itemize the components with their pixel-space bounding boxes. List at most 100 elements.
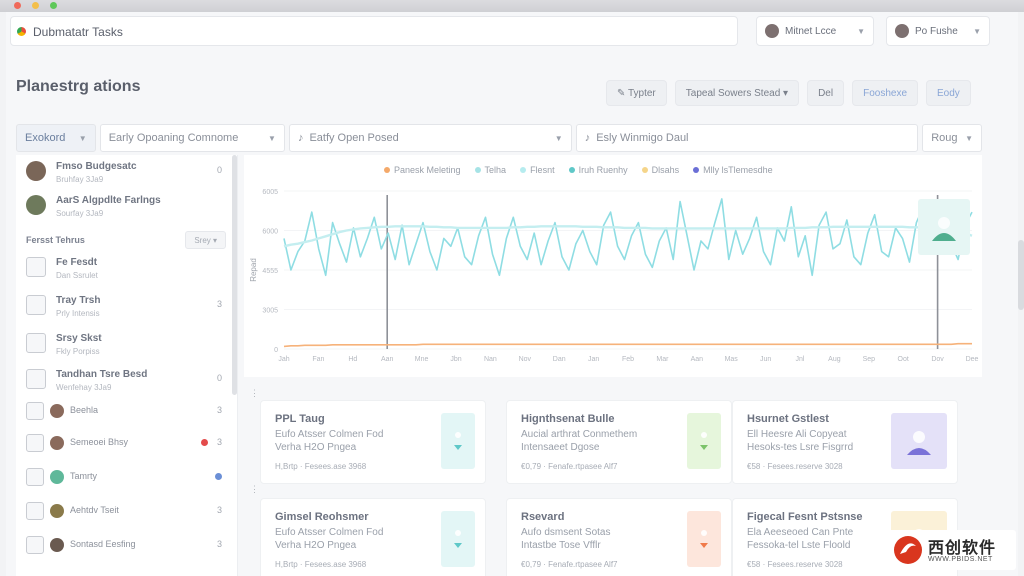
card-meta: €58 · Fesees.reserve 3028 xyxy=(747,560,843,569)
card-line-1: Ela Aeeseoed Can Pnte xyxy=(747,527,854,538)
task-card[interactable]: Rsevard Aufo dsmsent Sotas Intastbe Tose V… xyxy=(506,498,732,576)
card-line-2: Verha H2O Pngea xyxy=(275,442,357,453)
y-tick-label: 4555 xyxy=(262,268,278,275)
chart-thumbnail[interactable] xyxy=(918,199,970,255)
chevron-down-icon: ▼ xyxy=(973,26,981,36)
chevron-down-icon: ▼ xyxy=(965,133,973,143)
alert-badge xyxy=(201,439,208,446)
search-input[interactable] xyxy=(33,23,723,41)
user-name: Po Fushe xyxy=(915,25,958,37)
item-sub: Wenfehay 3Ja9 xyxy=(56,383,112,392)
card-meta: H,Brtp · Fesees.ase 3968 xyxy=(275,560,367,569)
task-card[interactable]: Hignthsenat Bulle Aucial arthrat Conmethe… xyxy=(506,400,732,484)
filter-select-3[interactable]: ♪ Eatfy Open Posed ▼ xyxy=(288,124,572,152)
page-scrollbar[interactable] xyxy=(1018,240,1024,310)
x-tick-label: Aan xyxy=(381,356,394,363)
user-menu-2[interactable]: Po Fushe ▼ xyxy=(886,16,990,46)
x-tick-label: Dan xyxy=(553,356,566,363)
item-count: 3 xyxy=(216,505,222,515)
x-tick-label: Nan xyxy=(484,356,497,363)
item-count: 3 xyxy=(216,299,222,309)
sidebar-item[interactable]: Tandhan Tsre Besd Wenfehay 3Ja9 0 xyxy=(26,367,226,397)
card-title: Rsevard xyxy=(521,511,565,523)
avatar xyxy=(26,195,46,215)
x-tick-label: Jah xyxy=(278,356,289,363)
card-title: Hsurnet Gstlest xyxy=(747,413,829,425)
card-thumbnail[interactable] xyxy=(441,413,475,469)
row-handle-icon[interactable]: ⋮ xyxy=(250,388,259,399)
x-tick-label: Hd xyxy=(348,356,357,363)
document-icon xyxy=(26,257,46,277)
minimize-window-button[interactable] xyxy=(32,2,39,9)
watermark: 西创软件 WWW.PBIDS.NET xyxy=(888,530,1016,570)
contact-item[interactable]: AarS Algpdlte Farlngs Sourfay 3Ja9 xyxy=(26,193,226,223)
note-icon: ♪ xyxy=(297,132,304,144)
item-name: Beehla xyxy=(70,405,99,415)
card-meta: €0,79 · Fenafe.rtpasee Alf7 xyxy=(521,462,618,471)
person-icon xyxy=(907,431,931,455)
card-line-1: Aufo dsmsent Sotas xyxy=(521,527,611,538)
sort-dropdown[interactable]: Srey ▾ xyxy=(185,231,226,249)
card-line-2: Hesoks-tes Lsre Fisgrrd xyxy=(747,442,854,453)
flag-icon xyxy=(700,432,708,450)
person-icon xyxy=(932,217,956,241)
filter-label: Esly Winmigo Daul xyxy=(596,132,689,144)
y-tick-label: 3005 xyxy=(262,308,278,315)
avatar xyxy=(50,404,64,418)
card-line-1: Aucial arthrat Conmethem xyxy=(521,429,638,440)
item-sub: Prly Intensis xyxy=(56,309,100,318)
sidebar-mini-item[interactable]: Sontasd Eesfing 3 xyxy=(26,535,226,557)
card-line-2: Intastbe Tose Vfflr xyxy=(521,540,601,551)
checklist-icon xyxy=(26,536,44,554)
x-tick-label: Jbn xyxy=(450,356,461,363)
filter-select-5[interactable]: Roug ▼ xyxy=(922,124,982,152)
sidebar-item[interactable]: Srsy Skst Fkly Porpiss xyxy=(26,331,226,361)
search-bar[interactable] xyxy=(10,16,738,46)
typter-button[interactable]: ✎ Typter xyxy=(606,80,667,106)
sidebar-item[interactable]: Fe Fesdt Dan Ssrulet xyxy=(26,255,226,285)
filter-select-2[interactable]: Early Opoaning Comnome ▼ xyxy=(99,124,285,152)
card-meta: €58 · Fesees.reserve 3028 xyxy=(747,462,843,471)
contact-item[interactable]: Fmso Budgesatc Bruhfay 3Ja9 0 xyxy=(26,159,226,189)
fooshexe-button[interactable]: Fooshexe xyxy=(852,80,919,106)
watermark-url: WWW.PBIDS.NET xyxy=(928,556,993,563)
top-bar: Mitnet Lcce ▼ Po Fushe ▼ xyxy=(10,16,998,50)
card-grid: ⋮ ⋮ PPL Taug Eufo Atsser Colmen Fod Verha … xyxy=(244,380,982,576)
task-card[interactable]: Gimsel Reohsmer Eufo Atsser Colmen Fod Ver… xyxy=(260,498,486,576)
sidebar: Fmso Budgesatc Bruhfay 3Ja9 0 AarS Algpd… xyxy=(16,155,238,576)
sowers-dropdown[interactable]: Tapeal Sowers Stead ▾ xyxy=(674,80,800,106)
maximize-window-button[interactable] xyxy=(50,2,57,9)
avatar xyxy=(26,161,46,181)
eody-button[interactable]: Eody xyxy=(926,80,971,106)
item-name: Semeoei Bhsy xyxy=(70,437,129,447)
task-card[interactable]: Hsurnet Gstlest Ell Heesre Ali Copyeat Hes… xyxy=(732,400,958,484)
sidebar-mini-item[interactable]: Beehla 3 xyxy=(26,401,226,423)
filter-select-1[interactable]: Exokord ▼ xyxy=(16,124,96,152)
item-sub: Dan Ssrulet xyxy=(56,271,98,280)
sidebar-mini-item[interactable]: Aehtdv Tseit 3 xyxy=(26,501,226,523)
user-menu-1[interactable]: Mitnet Lcce ▼ xyxy=(756,16,874,46)
task-card[interactable]: PPL Taug Eufo Atsser Colmen Fod Verha H2O … xyxy=(260,400,486,484)
clipboard-icon xyxy=(26,434,44,452)
y-tick-label: 6005 xyxy=(262,189,278,196)
card-thumbnail[interactable] xyxy=(687,413,721,469)
watermark-logo-icon xyxy=(894,536,922,564)
contact-name: Fmso Budgesatc xyxy=(56,161,137,172)
filter-label: Exokord xyxy=(25,132,66,144)
filter-select-4[interactable]: ♪ Esly Winmigo Daul xyxy=(575,124,919,152)
x-tick-label: Sep xyxy=(863,356,876,363)
sidebar-mini-item[interactable]: Tamrty xyxy=(26,467,226,489)
card-title: Hignthsenat Bulle xyxy=(521,413,615,425)
sidebar-scrollbar[interactable] xyxy=(232,155,237,395)
document-icon xyxy=(26,333,46,353)
grid-icon xyxy=(26,402,44,420)
sidebar-mini-item[interactable]: Semeoei Bhsy 3 xyxy=(26,433,226,455)
watermark-text: 西创软件 xyxy=(928,540,997,557)
delete-button[interactable]: Del xyxy=(807,80,845,106)
card-thumbnail[interactable] xyxy=(687,511,721,567)
card-thumbnail[interactable] xyxy=(441,511,475,567)
sidebar-item[interactable]: Tray Trsh Prly Intensis 3 xyxy=(26,293,226,323)
close-window-button[interactable] xyxy=(14,2,21,9)
row-handle-icon[interactable]: ⋮ xyxy=(250,484,259,495)
card-thumbnail[interactable] xyxy=(891,413,947,469)
